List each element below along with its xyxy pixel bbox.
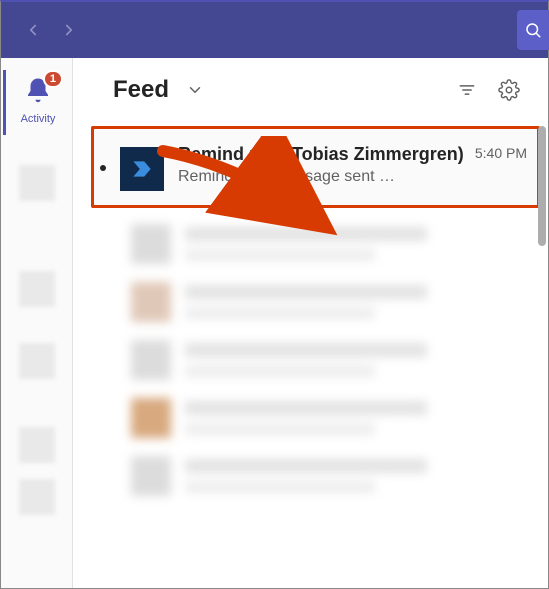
blurred-feed-items xyxy=(91,224,540,496)
rail-item-placeholder xyxy=(19,271,55,307)
rail-item-placeholder xyxy=(19,479,55,515)
chevron-right-icon xyxy=(60,21,78,39)
flow-icon xyxy=(129,156,155,182)
feed-item[interactable]: Remind me! (Tobias Zimmergren) 5:40 PM R… xyxy=(91,126,540,208)
feed-dropdown-button[interactable] xyxy=(181,76,209,104)
app-rail: 1 Activity xyxy=(1,58,73,588)
chevron-left-icon xyxy=(24,21,42,39)
notification-badge: 1 xyxy=(43,70,63,88)
titlebar xyxy=(1,2,548,58)
rail-item-placeholder xyxy=(19,427,55,463)
rail-item-label: Activity xyxy=(21,113,56,125)
unread-dot-icon xyxy=(100,165,106,171)
chevron-down-icon xyxy=(186,81,204,99)
rail-item-activity[interactable]: 1 Activity xyxy=(3,70,71,135)
main-panel: Feed xyxy=(73,58,548,588)
page-title: Feed xyxy=(113,76,169,104)
feed-item-title: Remind me! (Tobias Zimmergren) xyxy=(178,143,467,166)
back-button[interactable] xyxy=(17,14,49,46)
rail-item-placeholder xyxy=(19,165,55,201)
app-window: 1 Activity Feed xyxy=(0,0,549,589)
feed-header: Feed xyxy=(73,58,548,122)
search-button[interactable] xyxy=(517,10,549,50)
app-avatar xyxy=(120,147,164,191)
forward-button[interactable] xyxy=(53,14,85,46)
filter-button[interactable] xyxy=(450,73,484,107)
scrollbar-thumb[interactable] xyxy=(538,126,546,246)
settings-button[interactable] xyxy=(492,73,526,107)
feed-item-time: 5:40 PM xyxy=(475,145,527,161)
feed-list: Remind me! (Tobias Zimmergren) 5:40 PM R… xyxy=(73,122,548,588)
filter-icon xyxy=(457,80,477,100)
feed-item-preview: Reminder for message sent … xyxy=(178,168,527,186)
search-icon xyxy=(524,21,542,39)
gear-icon xyxy=(498,79,520,101)
rail-item-placeholder xyxy=(19,343,55,379)
